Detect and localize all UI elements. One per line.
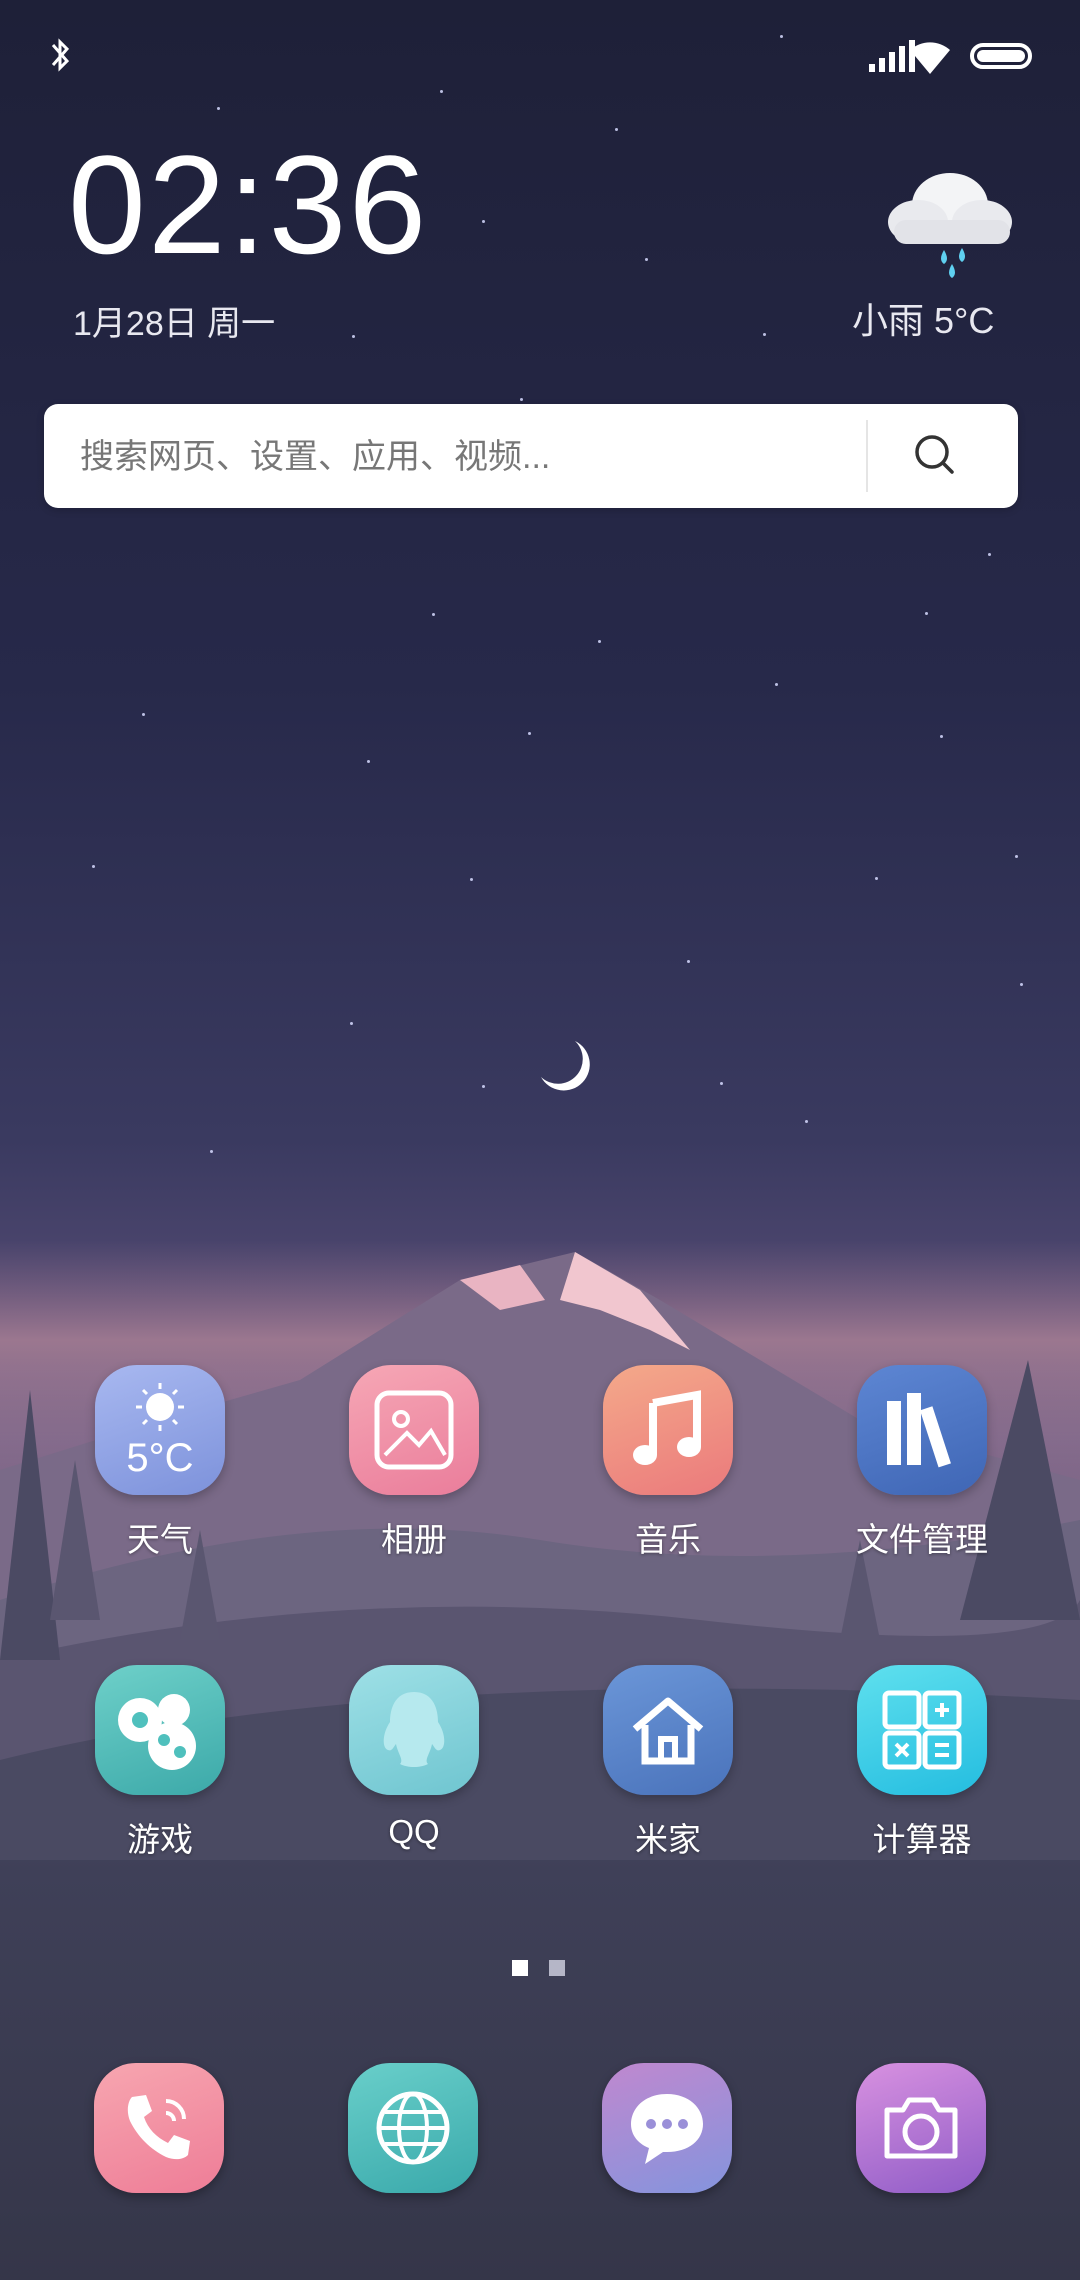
app-label: 相册 xyxy=(381,1521,447,1558)
dock-phone-button[interactable] xyxy=(94,2063,224,2193)
app-label: 天气 xyxy=(127,1521,193,1558)
app-label: 音乐 xyxy=(635,1521,701,1558)
weather-icon: 5°C xyxy=(95,1365,225,1495)
app-label: 游戏 xyxy=(127,1821,193,1858)
app-qq[interactable]: QQ xyxy=(324,1665,504,1851)
page-indicator-active xyxy=(512,1960,528,1976)
app-label: 文件管理 xyxy=(856,1521,988,1558)
music-icon xyxy=(603,1365,733,1495)
app-calculator[interactable]: 计算器 xyxy=(832,1665,1012,1861)
app-file-manager[interactable]: 文件管理 xyxy=(832,1365,1012,1561)
moon-decoration xyxy=(541,1041,590,1091)
camera-icon xyxy=(884,2097,958,2159)
mi-home-icon xyxy=(603,1665,733,1795)
app-label: QQ xyxy=(388,1813,440,1850)
weather-summary[interactable]: 小雨 5°C xyxy=(852,292,994,344)
app-games[interactable]: 游戏 xyxy=(70,1665,250,1861)
clock-time[interactable]: 02:36 xyxy=(68,135,428,275)
search-divider xyxy=(866,420,868,492)
app-music[interactable]: 音乐 xyxy=(578,1365,758,1561)
app-label: 米家 xyxy=(635,1821,701,1858)
search-icon[interactable] xyxy=(904,424,968,488)
calculator-icon xyxy=(857,1665,987,1795)
app-gallery[interactable]: 相册 xyxy=(324,1365,504,1561)
browser-icon xyxy=(376,2091,450,2165)
battery-icon xyxy=(970,43,1032,69)
app-mi-home[interactable]: 米家 xyxy=(578,1665,758,1861)
file-manager-icon xyxy=(857,1365,987,1495)
gallery-icon xyxy=(349,1365,479,1495)
phone-icon xyxy=(127,2095,190,2160)
dock-messages-button[interactable] xyxy=(602,2063,732,2193)
weather-icon-temp: 5°C xyxy=(126,1436,193,1480)
messages-icon xyxy=(631,2094,703,2164)
clock-date[interactable]: 1月28日 周一 xyxy=(73,296,275,345)
games-icon xyxy=(95,1665,225,1795)
page-indicator-inactive xyxy=(549,1960,565,1976)
bluetooth-icon xyxy=(51,38,70,72)
app-weather[interactable]: 5°C 天气 xyxy=(70,1365,250,1561)
rain-cloud-icon[interactable] xyxy=(880,160,1020,280)
wifi-icon xyxy=(910,42,950,74)
dock-camera-button[interactable] xyxy=(856,2063,986,2193)
app-label: 计算器 xyxy=(872,1821,972,1858)
search-bar[interactable] xyxy=(44,404,1018,510)
search-input[interactable] xyxy=(78,404,882,510)
qq-icon xyxy=(349,1665,479,1795)
dock-browser-button[interactable] xyxy=(348,2063,478,2193)
